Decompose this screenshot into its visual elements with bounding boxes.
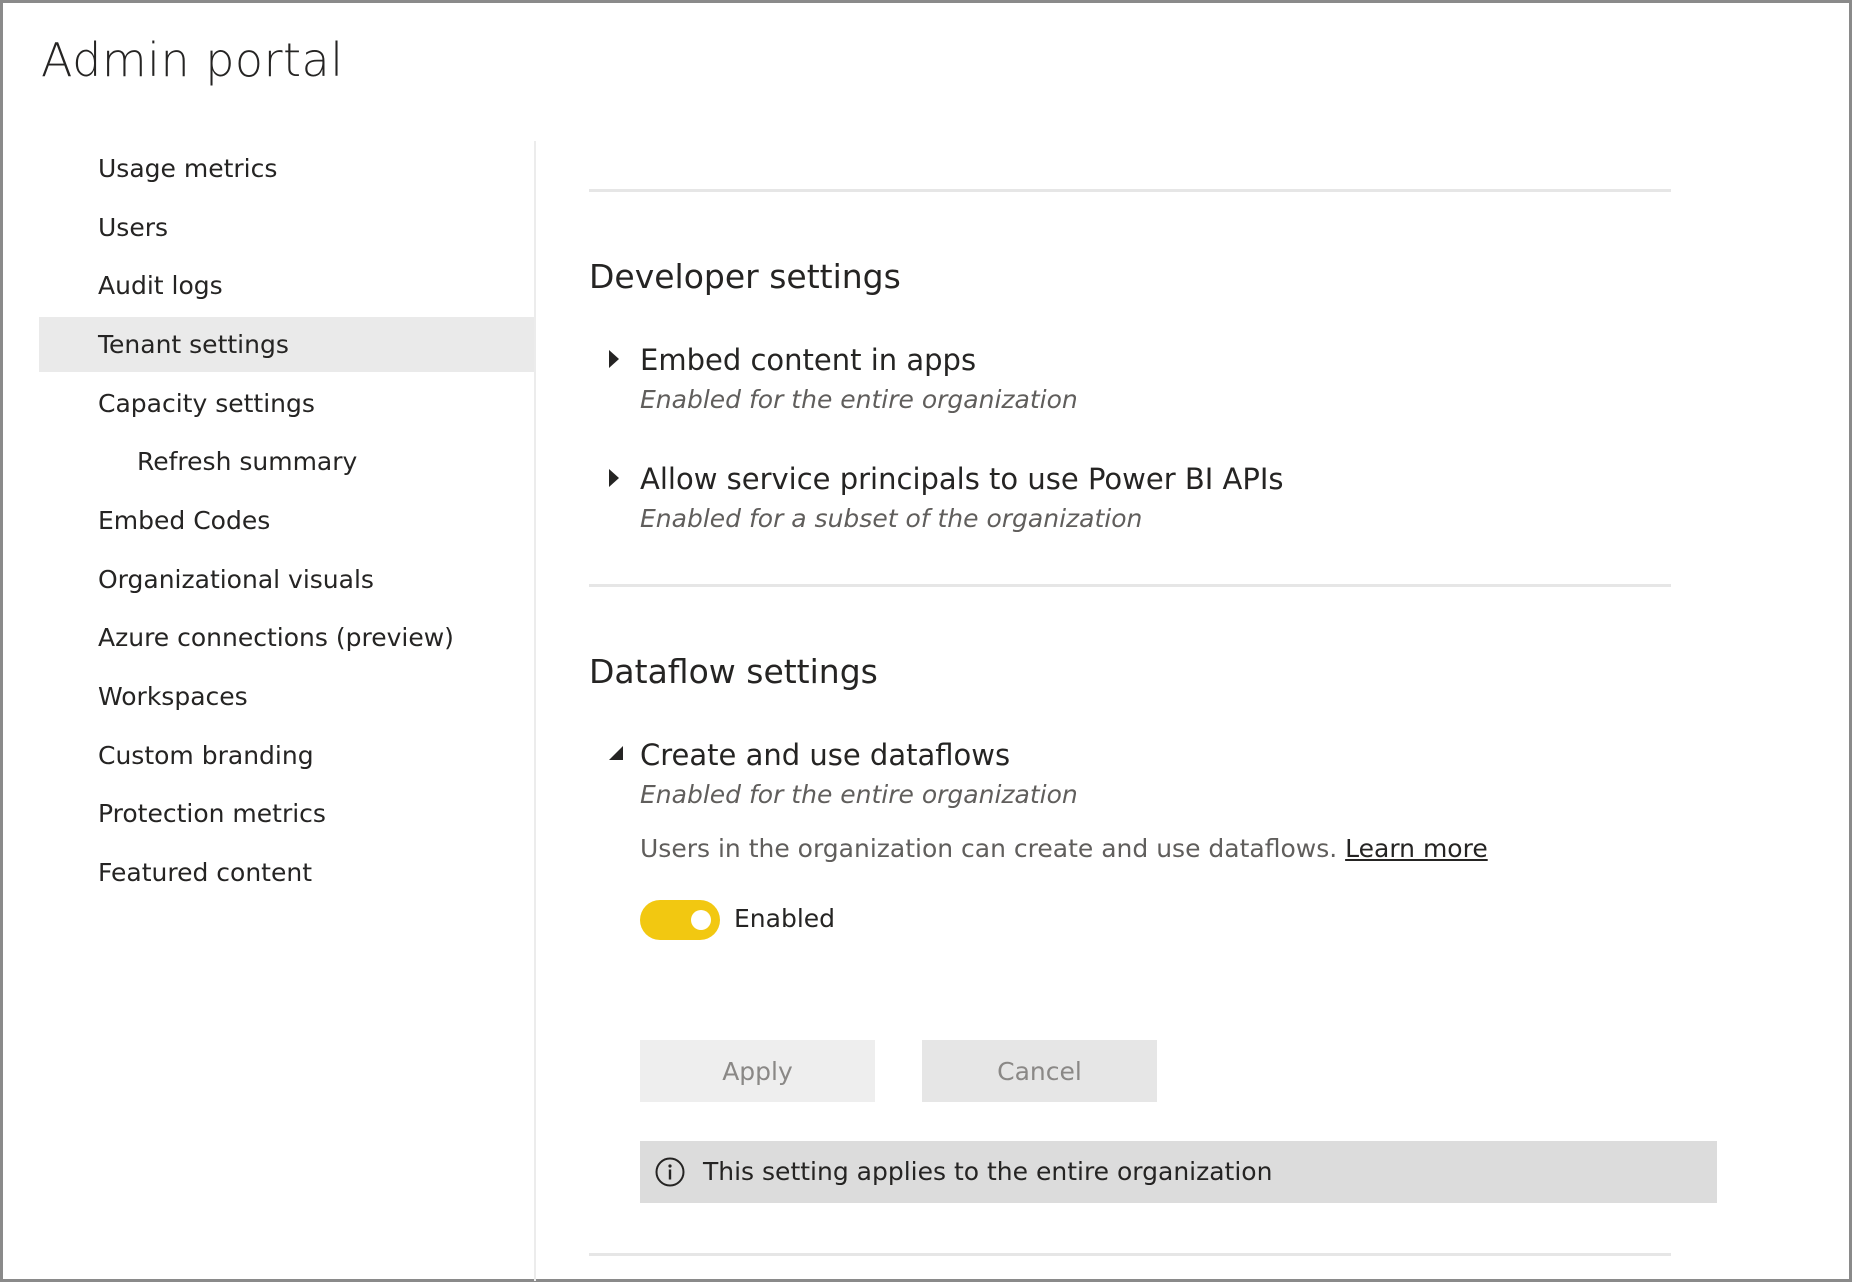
sidebar-item-usage-metrics[interactable]: Usage metrics	[39, 141, 534, 196]
sidebar-item-azure-connections[interactable]: Azure connections (preview)	[39, 610, 534, 665]
section-divider	[589, 1253, 1671, 1256]
sidebar-item-audit-logs[interactable]: Audit logs	[39, 258, 534, 313]
info-message-bar: This setting applies to the entire organ…	[640, 1141, 1717, 1203]
setting-name[interactable]: Allow service principals to use Power BI…	[640, 462, 1284, 496]
description-text: Users in the organization can create and…	[640, 834, 1338, 863]
admin-portal-window: Admin portal Usage metrics Users Audit l…	[0, 0, 1852, 1282]
apply-button[interactable]: Apply	[640, 1040, 875, 1102]
info-message-text: This setting applies to the entire organ…	[703, 1157, 1273, 1186]
setting-status: Enabled for the entire organization	[640, 385, 1078, 414]
setting-name[interactable]: Create and use dataflows	[640, 738, 1010, 772]
setting-create-dataflows: Create and use dataflows Enabled for the…	[589, 738, 1789, 1218]
learn-more-link[interactable]: Learn more	[1345, 834, 1488, 863]
setting-status: Enabled for the entire organization	[640, 780, 1078, 809]
sidebar-item-capacity-settings[interactable]: Capacity settings	[39, 376, 534, 431]
sidebar-nav: Usage metrics Users Audit logs Tenant se…	[39, 141, 536, 1281]
caret-expanded-icon[interactable]	[605, 742, 625, 766]
sidebar-item-custom-branding[interactable]: Custom branding	[39, 728, 534, 783]
developer-settings-title: Developer settings	[589, 257, 901, 296]
setting-description: Users in the organization can create and…	[640, 834, 1488, 863]
toggle-label: Enabled	[734, 904, 836, 933]
info-icon	[655, 1157, 685, 1187]
sidebar-item-organizational-visuals[interactable]: Organizational visuals	[39, 552, 534, 607]
page-title: Admin portal	[41, 33, 344, 87]
enabled-toggle[interactable]	[640, 900, 720, 940]
caret-right-icon[interactable]	[605, 347, 625, 371]
caret-right-icon[interactable]	[605, 466, 625, 490]
sidebar-item-workspaces[interactable]: Workspaces	[39, 669, 534, 724]
dataflow-settings-title: Dataflow settings	[589, 652, 878, 691]
section-divider	[589, 584, 1671, 587]
tenant-settings-content: Developer settings Embed content in apps…	[589, 3, 1829, 1285]
sidebar-item-tenant-settings[interactable]: Tenant settings	[39, 317, 534, 372]
sidebar-item-users[interactable]: Users	[39, 200, 534, 255]
sidebar-item-featured-content[interactable]: Featured content	[39, 845, 534, 900]
sidebar-item-refresh-summary[interactable]: Refresh summary	[39, 434, 534, 489]
setting-status: Enabled for a subset of the organization	[640, 504, 1143, 533]
sidebar-item-embed-codes[interactable]: Embed Codes	[39, 493, 534, 548]
section-divider	[589, 189, 1671, 192]
cancel-button[interactable]: Cancel	[922, 1040, 1157, 1102]
toggle-knob	[691, 910, 711, 930]
sidebar-item-protection-metrics[interactable]: Protection metrics	[39, 786, 534, 841]
setting-name[interactable]: Embed content in apps	[640, 343, 976, 377]
